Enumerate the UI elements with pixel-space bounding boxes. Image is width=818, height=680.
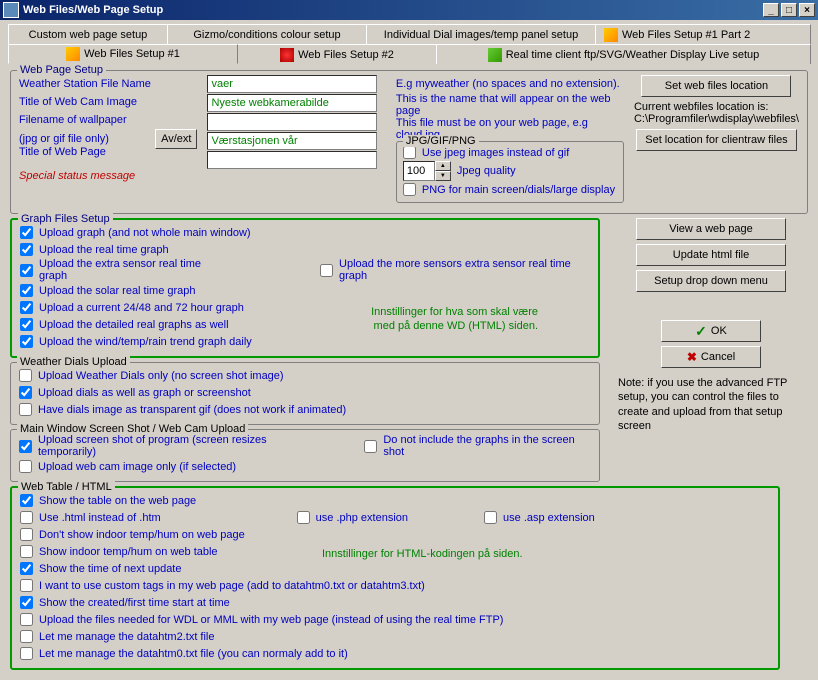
- tab-realtime-ftp[interactable]: Real time client ftp/SVG/Weather Display…: [436, 44, 811, 64]
- app-icon: [3, 2, 19, 18]
- main-window-group: Main Window Screen Shot / Web Cam Upload…: [10, 429, 600, 482]
- upload-wdl-mml-checkbox[interactable]: [20, 613, 33, 626]
- tab-web-files-part2[interactable]: Web Files Setup #1 Part 2: [595, 24, 811, 44]
- tab-gizmo-colour[interactable]: Gizmo/conditions colour setup: [167, 24, 367, 44]
- maximize-button[interactable]: □: [781, 3, 797, 17]
- wallpaper-input[interactable]: [207, 113, 377, 131]
- upload-dials-graph-checkbox[interactable]: [19, 386, 32, 399]
- check-icon: [695, 323, 707, 340]
- upload-24-48-72-checkbox[interactable]: [20, 301, 33, 314]
- tab-dial-images[interactable]: Individual Dial images/temp panel setup: [366, 24, 596, 44]
- web-page-setup-group: Web Page Setup Weather Station File Name…: [10, 70, 808, 214]
- upload-screenshot-checkbox[interactable]: [19, 440, 32, 453]
- tab-web-files-2[interactable]: Web Files Setup #2: [237, 44, 437, 64]
- spin-down[interactable]: ▼: [435, 171, 451, 181]
- ws-filename-input[interactable]: [207, 75, 377, 93]
- upload-dials-only-checkbox[interactable]: [19, 369, 32, 382]
- show-next-update-checkbox[interactable]: [20, 562, 33, 575]
- x-icon: [687, 350, 697, 364]
- upload-graph-checkbox[interactable]: [20, 226, 33, 239]
- ok-button[interactable]: OK: [661, 320, 761, 342]
- cancel-button[interactable]: Cancel: [661, 346, 761, 368]
- window-title: Web Files/Web Page Setup: [23, 4, 163, 16]
- wallpaper-label: Filename of wallpaper: [19, 114, 127, 126]
- close-button[interactable]: ×: [799, 3, 815, 17]
- show-created-time-checkbox[interactable]: [20, 596, 33, 609]
- home-icon: [280, 48, 294, 62]
- upload-more-sensors-checkbox[interactable]: [320, 264, 333, 277]
- upload-webcam-only-checkbox[interactable]: [19, 460, 32, 473]
- set-clientraw-location-button[interactable]: Set location for clientraw files: [636, 129, 796, 151]
- png-main-checkbox[interactable]: [403, 183, 416, 196]
- weather-dials-group: Weather Dials Upload Upload Weather Dial…: [10, 362, 600, 425]
- globe-icon: [488, 48, 502, 62]
- spin-up[interactable]: ▲: [435, 161, 451, 171]
- setup-dropdown-button[interactable]: Setup drop down menu: [636, 270, 786, 292]
- no-graphs-screenshot-checkbox[interactable]: [364, 440, 377, 453]
- upload-realtime-graph-checkbox[interactable]: [20, 243, 33, 256]
- manage-datahtm0-checkbox[interactable]: [20, 647, 33, 660]
- indoor-webtable-checkbox[interactable]: [20, 545, 33, 558]
- tab-custom-web-page[interactable]: Custom web page setup: [8, 24, 168, 44]
- set-web-files-location-button[interactable]: Set web files location: [641, 75, 791, 97]
- manage-datahtm2-checkbox[interactable]: [20, 630, 33, 643]
- special-status-input[interactable]: [207, 151, 377, 169]
- no-indoor-webpage-checkbox[interactable]: [20, 528, 33, 541]
- minimize-button[interactable]: _: [763, 3, 779, 17]
- page-title-input[interactable]: [207, 132, 377, 150]
- jpeg-quality-input[interactable]: [403, 161, 435, 181]
- tabs: Custom web page setup Gizmo/conditions c…: [0, 20, 818, 64]
- webcam-title-input[interactable]: [207, 94, 377, 112]
- webcam-title-label: Title of Web Cam Image: [19, 96, 137, 108]
- tab-web-files-1[interactable]: Web Files Setup #1: [8, 44, 238, 64]
- use-php-checkbox[interactable]: [297, 511, 310, 524]
- update-html-button[interactable]: Update html file: [636, 244, 786, 266]
- use-html-checkbox[interactable]: [20, 511, 33, 524]
- home-icon: [66, 47, 80, 61]
- upload-extra-sensor-checkbox[interactable]: [20, 264, 33, 277]
- use-asp-checkbox[interactable]: [484, 511, 497, 524]
- use-jpeg-checkbox[interactable]: [403, 146, 416, 159]
- dials-transparent-gif-checkbox[interactable]: [19, 403, 32, 416]
- view-web-page-button[interactable]: View a web page: [636, 218, 786, 240]
- web-table-group: Web Table / HTML Show the table on the w…: [10, 486, 780, 670]
- ws-filename-label: Weather Station File Name: [19, 78, 151, 90]
- graph-files-group: Graph Files Setup Upload graph (and not …: [10, 218, 600, 358]
- show-table-checkbox[interactable]: [20, 494, 33, 507]
- page-title-label: Title of Web Page: [19, 146, 106, 158]
- upload-solar-checkbox[interactable]: [20, 284, 33, 297]
- av-ext-button[interactable]: Av/ext: [155, 129, 197, 149]
- upload-wind-temp-rain-checkbox[interactable]: [20, 335, 33, 348]
- ftp-note: Note: if you use the advanced FTP setup,…: [614, 372, 808, 437]
- special-status-label: Special status message: [19, 170, 135, 182]
- home-icon: [604, 28, 618, 42]
- custom-tags-checkbox[interactable]: [20, 579, 33, 592]
- upload-detailed-real-checkbox[interactable]: [20, 318, 33, 331]
- titlebar: Web Files/Web Page Setup _ □ ×: [0, 0, 818, 20]
